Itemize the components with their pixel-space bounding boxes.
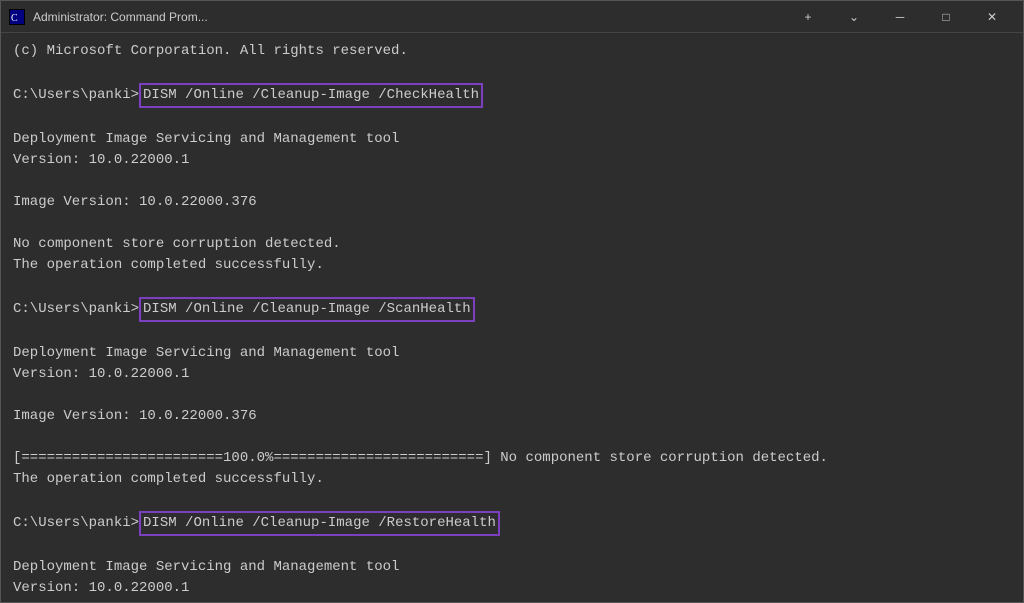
prompt-1: C:\Users\panki: [13, 85, 131, 106]
blank-line-10: [13, 536, 1011, 557]
command-line-1: C:\Users\panki > DISM /Online /Cleanup-I…: [13, 83, 1011, 108]
version-1: Version: 10.0.22000.1: [13, 150, 1011, 171]
title-bar-controls: + ⌄ ─ □ ✕: [785, 1, 1015, 33]
image-ver-2: Image Version: 10.0.22000.376: [13, 406, 1011, 427]
close-button[interactable]: ✕: [969, 1, 1015, 33]
op-success-1: The operation completed successfully.: [13, 255, 1011, 276]
progress-1: [========================100.0%=========…: [13, 448, 1011, 469]
prompt-separator-2: >: [131, 299, 139, 320]
version-2: Version: 10.0.22000.1: [13, 364, 1011, 385]
blank-line-6: [13, 322, 1011, 343]
command-line-2: C:\Users\panki > DISM /Online /Cleanup-I…: [13, 297, 1011, 322]
command-line-3: C:\Users\panki > DISM /Online /Cleanup-I…: [13, 511, 1011, 536]
prompt-separator-1: >: [131, 85, 139, 106]
blank-line-8: [13, 427, 1011, 448]
version-3: Version: 10.0.22000.1: [13, 578, 1011, 599]
terminal-body[interactable]: (c) Microsoft Corporation. All rights re…: [1, 33, 1023, 602]
prompt-separator-3: >: [131, 513, 139, 534]
command-highlight-2: DISM /Online /Cleanup-Image /ScanHealth: [139, 297, 475, 322]
no-corruption-1: No component store corruption detected.: [13, 234, 1011, 255]
svg-text:C: C: [11, 13, 18, 24]
prompt-2: C:\Users\panki: [13, 299, 131, 320]
blank-line-2: [13, 108, 1011, 129]
blank-line-1: [13, 62, 1011, 83]
maximize-button[interactable]: □: [923, 1, 969, 33]
blank-line-7: [13, 385, 1011, 406]
window-title: Administrator: Command Prom...: [33, 10, 785, 24]
blank-line-5: [13, 276, 1011, 297]
blank-line-3: [13, 171, 1011, 192]
op-success-2: The operation completed successfully.: [13, 469, 1011, 490]
cmd-icon: C: [9, 9, 25, 25]
tab-dropdown-button[interactable]: ⌄: [831, 1, 877, 33]
image-ver-1: Image Version: 10.0.22000.376: [13, 192, 1011, 213]
command-highlight-1: DISM /Online /Cleanup-Image /CheckHealth: [139, 83, 483, 108]
tool-name-3: Deployment Image Servicing and Managemen…: [13, 557, 1011, 578]
tool-name-1: Deployment Image Servicing and Managemen…: [13, 129, 1011, 150]
command-highlight-3: DISM /Online /Cleanup-Image /RestoreHeal…: [139, 511, 500, 536]
new-tab-button[interactable]: +: [785, 1, 831, 33]
prompt-3: C:\Users\panki: [13, 513, 131, 534]
title-bar: C Administrator: Command Prom... + ⌄ ─ □…: [1, 1, 1023, 33]
blank-line-4: [13, 213, 1011, 234]
minimize-button[interactable]: ─: [877, 1, 923, 33]
tool-name-2: Deployment Image Servicing and Managemen…: [13, 343, 1011, 364]
copyright-line: (c) Microsoft Corporation. All rights re…: [13, 41, 1011, 62]
blank-line-11: [13, 599, 1011, 602]
blank-line-9: [13, 490, 1011, 511]
cmd-window: C Administrator: Command Prom... + ⌄ ─ □…: [0, 0, 1024, 603]
